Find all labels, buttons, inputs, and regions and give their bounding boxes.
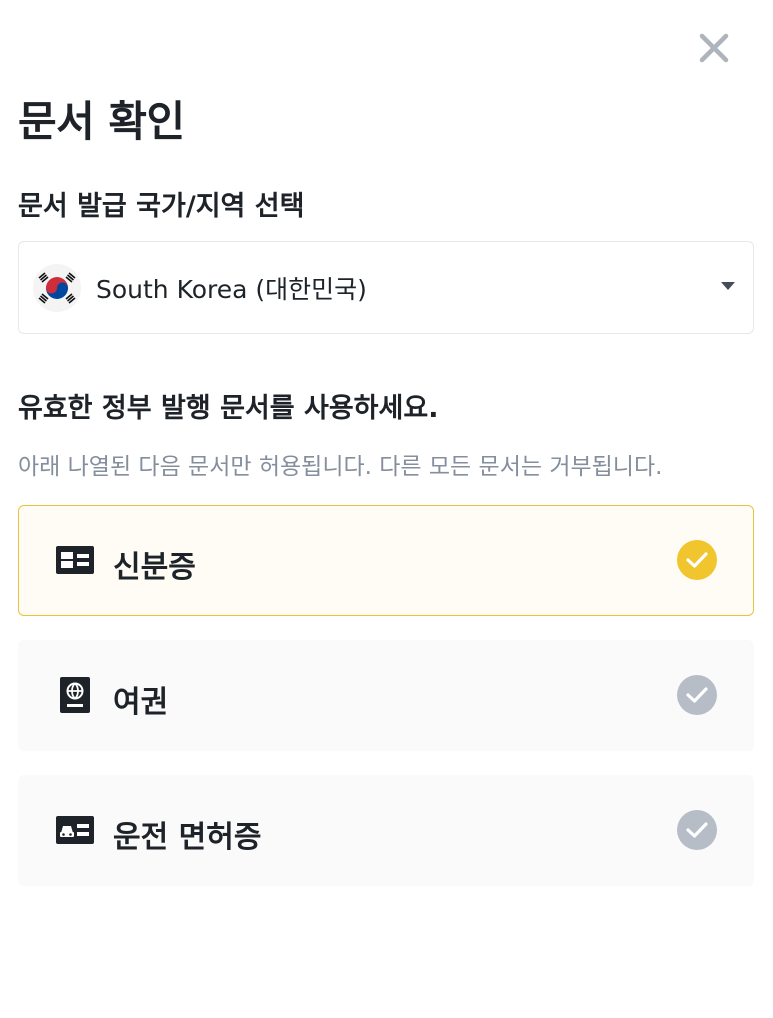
passport-icon: [55, 675, 95, 715]
caret-down-icon: [721, 282, 735, 290]
document-option-label: 여권: [113, 685, 169, 720]
document-option-passport[interactable]: 여권: [18, 640, 754, 751]
country-section-label: 문서 발급 국가/지역 선택: [18, 191, 305, 222]
close-icon: [699, 33, 729, 63]
drivers-license-icon: [55, 810, 95, 850]
document-option-drivers-license[interactable]: 운전 면허증: [18, 775, 754, 886]
check-circle-icon: [677, 675, 717, 715]
document-option-id-card[interactable]: 신분증: [18, 505, 754, 616]
document-requirement-subtext: 아래 나열된 다음 문서만 허용됩니다. 다른 모든 문서는 거부됩니다.: [18, 454, 663, 480]
id-card-icon: [55, 540, 95, 580]
country-select-value: South Korea (대한민국): [96, 275, 367, 304]
page-title: 문서 확인: [18, 97, 185, 146]
document-option-label: 신분증: [113, 550, 196, 585]
document-option-label: 운전 면허증: [113, 820, 262, 855]
document-verification-modal: 문서 확인 문서 발급 국가/지역 선택 South Korea (대한민국) …: [0, 0, 773, 1018]
check-circle-icon: [677, 540, 717, 580]
country-select[interactable]: South Korea (대한민국): [18, 241, 754, 334]
close-button[interactable]: [692, 26, 736, 70]
document-requirement-heading: 유효한 정부 발행 문서를 사용하세요.: [18, 393, 439, 424]
south-korea-flag-icon: [33, 264, 81, 312]
check-circle-icon: [677, 810, 717, 850]
